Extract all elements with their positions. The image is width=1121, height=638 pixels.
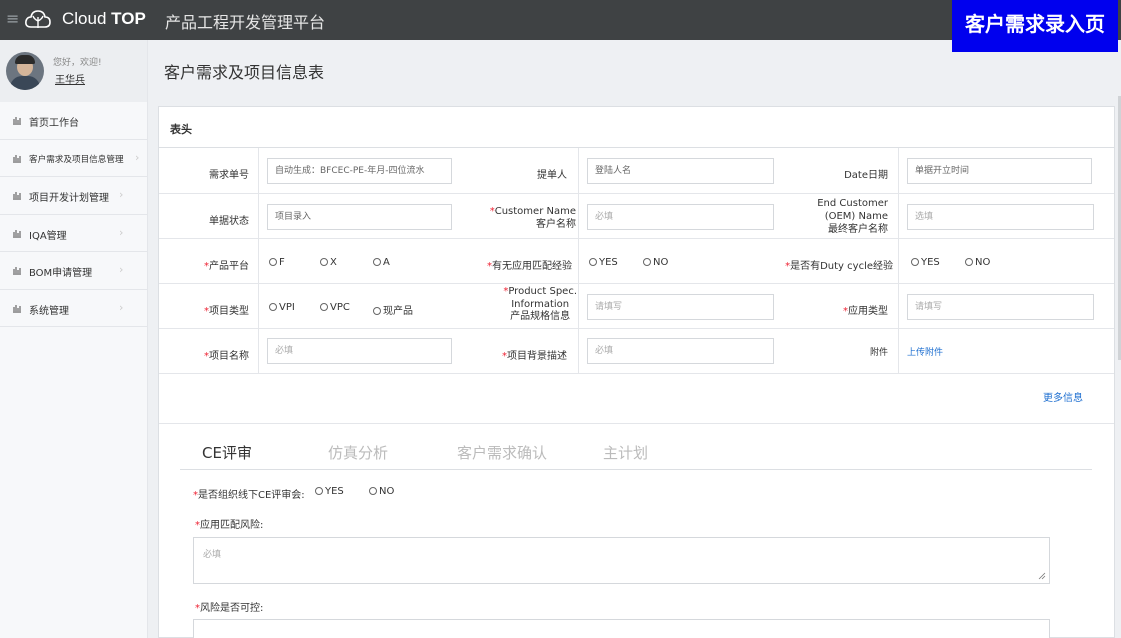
- form-row: *项目名称 必填 *项目背景描述 必填 附件 上传附件: [159, 329, 1114, 374]
- more-info-link[interactable]: 更多信息: [1043, 389, 1083, 404]
- radio-platform-x[interactable]: X: [320, 257, 337, 268]
- sidebar-item-label: 系统管理: [29, 305, 69, 317]
- radio-experience-yes[interactable]: YES: [589, 257, 618, 268]
- field-label: *项目类型: [204, 306, 249, 317]
- field-label: 单据状态: [209, 216, 249, 227]
- radio-type-existing[interactable]: 现产品: [373, 302, 413, 317]
- more-info-row: 更多信息: [159, 374, 1114, 424]
- chart-icon: [13, 117, 21, 125]
- radio-experience-no[interactable]: NO: [643, 257, 668, 268]
- risk-control-label: *风险是否可控:: [195, 603, 264, 614]
- field-label: *是否有Duty cycle经验: [785, 261, 893, 272]
- radio-type-vpc[interactable]: VPC: [320, 302, 350, 313]
- date-field[interactable]: 单据开立时间: [907, 158, 1092, 184]
- menu-icon[interactable]: ≡: [6, 10, 19, 28]
- radio-review-yes[interactable]: YES: [315, 486, 344, 497]
- greeting-text: 您好，欢迎!: [53, 58, 102, 68]
- sidebar-item-system[interactable]: 系统管理 ›: [0, 290, 147, 327]
- form-row: *项目类型 VPI VPC 现产品 *Product Spec. Informat…: [159, 284, 1114, 329]
- textarea-placeholder: 必填: [203, 550, 222, 560]
- demand-number-field[interactable]: 自动生成：BFCEC-PE-年月-四位流水: [267, 158, 452, 184]
- chevron-right-icon: ›: [119, 263, 124, 276]
- radio-type-vpi[interactable]: VPI: [269, 302, 295, 313]
- submitter-field[interactable]: 登陆人名: [587, 158, 774, 184]
- sidebar-item-iqa[interactable]: IQA管理 ›: [0, 215, 147, 252]
- tab-customer-confirm[interactable]: 客户需求确认: [457, 442, 547, 463]
- product-spec-input[interactable]: 请填写: [587, 294, 774, 320]
- project-name-input[interactable]: 必填: [267, 338, 452, 364]
- sidebar-item-label: 客户需求及项目信息管理: [29, 154, 124, 165]
- tab-simulation[interactable]: 仿真分析: [328, 442, 388, 463]
- field-label: *项目名称: [204, 351, 249, 362]
- end-customer-input[interactable]: 选填: [907, 204, 1094, 230]
- panel-header: 表头: [159, 107, 1114, 148]
- risk-control-textarea[interactable]: [193, 619, 1050, 638]
- upload-attachment-link[interactable]: 上传附件: [907, 345, 943, 358]
- field-label: *有无应用匹配经验: [487, 261, 572, 272]
- sidebar-item-label: IQA管理: [29, 230, 67, 242]
- brand-name: Cloud TOP: [62, 9, 146, 28]
- sidebar-item-customer-demand[interactable]: 客户需求及项目信息管理 ›: [0, 140, 147, 177]
- chart-icon: [13, 267, 21, 275]
- field-label: *Customer Name 客户名称: [489, 206, 576, 230]
- page-title: 客户需求及项目信息表: [164, 63, 325, 82]
- field-label: *产品平台: [204, 261, 249, 272]
- sidebar-item-bom[interactable]: BOM申请管理 ›: [0, 252, 147, 290]
- resize-handle-icon[interactable]: [1038, 572, 1046, 580]
- field-label: *项目背景描述: [502, 351, 567, 362]
- tab-master-plan[interactable]: 主计划: [603, 442, 648, 463]
- chevron-right-icon: ›: [119, 188, 124, 201]
- user-box: 您好，欢迎! 王华兵: [0, 40, 147, 102]
- form-row: *产品平台 F X A *有无应用匹配经验 YES NO *是否有Duty cy…: [159, 239, 1114, 284]
- cloud-logo-icon: [25, 10, 51, 28]
- document-status-field[interactable]: 项目录入: [267, 204, 452, 230]
- page-badge: 客户需求录入页: [952, 0, 1118, 52]
- field-label: End Customer (OEM) Name 最终客户名称: [817, 198, 888, 235]
- chevron-right-icon: ›: [135, 150, 140, 164]
- application-risk-textarea[interactable]: 必填: [193, 537, 1050, 584]
- form-row: 单据状态 项目录入 *Customer Name 客户名称 必填 End Cust…: [159, 194, 1114, 239]
- radio-duty-no[interactable]: NO: [965, 257, 990, 268]
- application-type-input[interactable]: 请填写: [907, 294, 1094, 320]
- radio-review-no[interactable]: NO: [369, 486, 394, 497]
- chevron-right-icon: ›: [119, 225, 124, 239]
- sidebar-item-label: 项目开发计划管理: [29, 193, 109, 204]
- sidebar-item-home[interactable]: 首页工作台: [0, 102, 147, 140]
- application-risk-label: *应用匹配风险:: [195, 520, 264, 531]
- field-label: 附件: [869, 348, 888, 358]
- tab-ce-review[interactable]: CE评审: [202, 442, 252, 463]
- project-background-input[interactable]: 必填: [587, 338, 774, 364]
- radio-platform-f[interactable]: F: [269, 257, 285, 268]
- field-label: *Product Spec. Information 产品规格信息: [503, 286, 577, 322]
- user-name-link[interactable]: 王华兵: [55, 71, 85, 86]
- offline-review-question: *是否组织线下CE评审会:: [193, 490, 305, 501]
- sidebar-item-label: BOM申请管理: [29, 268, 93, 279]
- sidebar-item-project-plan[interactable]: 项目开发计划管理 ›: [0, 177, 147, 215]
- avatar[interactable]: [6, 52, 44, 90]
- chevron-right-icon: ›: [119, 300, 124, 314]
- radio-duty-yes[interactable]: YES: [911, 257, 940, 268]
- chart-icon: [13, 154, 21, 163]
- tab-bar: CE评审 仿真分析 客户需求确认 主计划: [180, 436, 1092, 470]
- customer-name-input[interactable]: 必填: [587, 204, 774, 230]
- sidebar: 您好，欢迎! 王华兵 首页工作台 客户需求及项目信息管理 › 项目开发计划管理 …: [0, 40, 148, 638]
- field-label: Date日期: [844, 170, 888, 181]
- system-title: 产品工程开发管理平台: [165, 13, 326, 32]
- chart-icon: [13, 229, 21, 238]
- radio-platform-a[interactable]: A: [373, 257, 390, 268]
- sidebar-item-label: 首页工作台: [29, 118, 79, 129]
- form-row: 需求单号 自动生成：BFCEC-PE-年月-四位流水 提单人 登陆人名 Date…: [159, 148, 1114, 194]
- field-label: 提单人: [537, 170, 567, 181]
- field-label: *应用类型: [843, 306, 888, 317]
- chart-icon: [13, 192, 21, 200]
- chart-icon: [13, 304, 21, 313]
- field-label: 需求单号: [209, 170, 249, 181]
